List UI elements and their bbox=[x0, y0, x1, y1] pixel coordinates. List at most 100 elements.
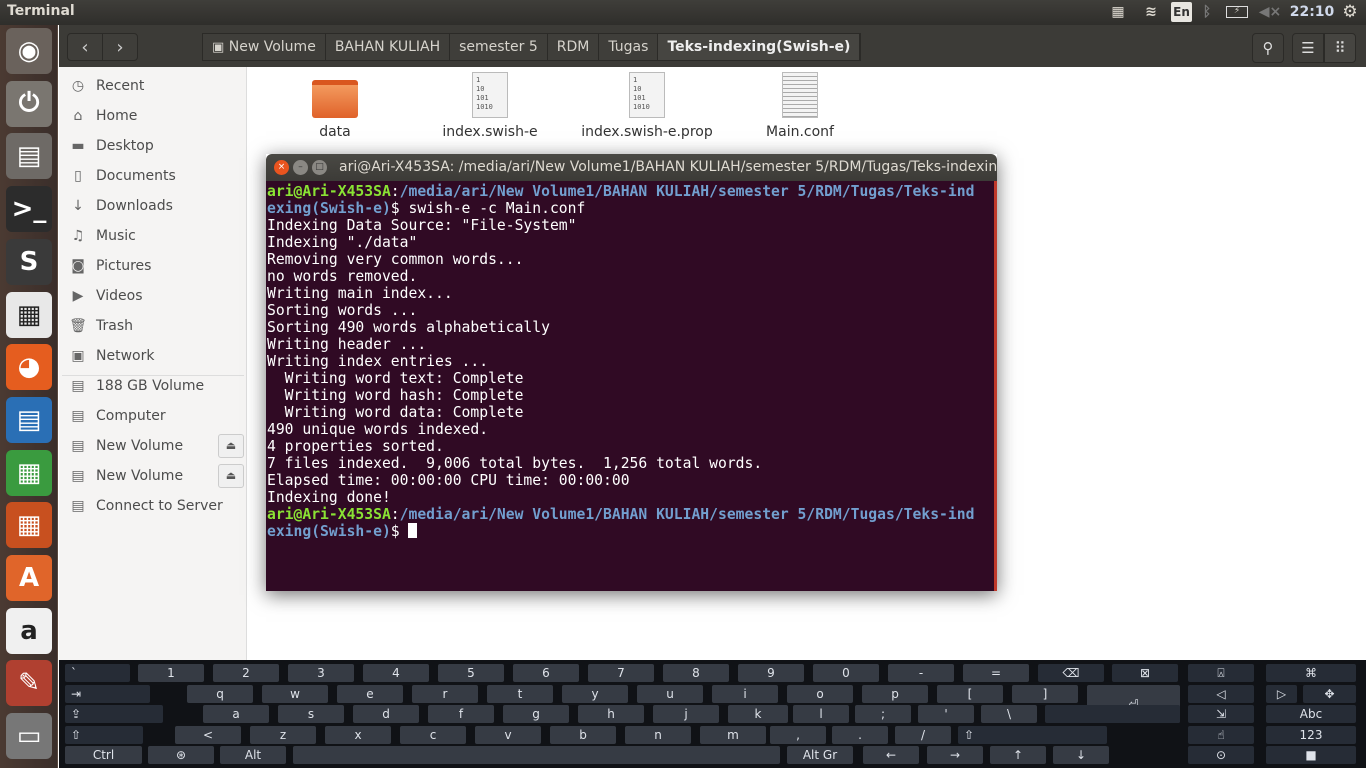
key-c[interactable]: c bbox=[400, 726, 466, 744]
key-l[interactable]: l bbox=[793, 705, 849, 723]
key-d[interactable]: d bbox=[353, 705, 419, 723]
key-☝[interactable]: ☝ bbox=[1188, 726, 1254, 744]
sidebar-item-trash[interactable]: 🗑 Trash bbox=[59, 311, 247, 341]
breadcrumb-tugas[interactable]: Tugas bbox=[599, 34, 659, 60]
file-item-index-swish-e-prop[interactable]: 1 10 101 1010 index.swish-e.prop bbox=[573, 72, 721, 140]
key-ctrl[interactable]: Ctrl bbox=[65, 746, 142, 764]
files-icon[interactable]: ▤ bbox=[6, 133, 52, 180]
firefox-icon[interactable]: ◕ bbox=[6, 344, 52, 391]
key-alt[interactable]: Alt bbox=[220, 746, 286, 764]
key-↑[interactable]: ↑ bbox=[990, 746, 1046, 764]
eject-button[interactable]: ⏏ bbox=[218, 464, 244, 488]
file-item-index-swish-e[interactable]: 1 10 101 1010 index.swish-e bbox=[435, 72, 545, 140]
key-⇥[interactable]: ⇥ bbox=[65, 685, 150, 703]
sidebar-item-desktop[interactable]: ▬ Desktop bbox=[59, 131, 247, 161]
key-v[interactable]: v bbox=[475, 726, 541, 744]
trash-drives-icon[interactable]: ▭ bbox=[6, 713, 52, 760]
sidebar-item-home[interactable]: ⌂ Home bbox=[59, 101, 247, 131]
power-gear-icon[interactable]: ⚙ bbox=[1340, 2, 1360, 22]
key-⊙[interactable]: ⊙ bbox=[1188, 746, 1254, 764]
key-■[interactable]: ■ bbox=[1266, 746, 1356, 764]
calc-icon[interactable]: ▦ bbox=[6, 449, 52, 496]
sidebar-item-documents[interactable]: ▯ Documents bbox=[59, 161, 247, 191]
key-⇲[interactable]: ⇲ bbox=[1188, 705, 1254, 723]
settings-icon[interactable]: ✎ bbox=[6, 660, 52, 707]
wifi-icon[interactable]: ≋ bbox=[1140, 2, 1162, 22]
minimize-icon[interactable]: – bbox=[293, 160, 308, 175]
key-⌘[interactable]: ⌘ bbox=[1266, 664, 1356, 682]
key-[[interactable]: [ bbox=[937, 685, 1003, 703]
key-;[interactable]: ; bbox=[855, 705, 911, 723]
back-button[interactable]: ‹ bbox=[67, 33, 103, 61]
key-1[interactable]: 1 bbox=[138, 664, 204, 682]
key-a[interactable]: a bbox=[203, 705, 269, 723]
key-⌫[interactable]: ⌫ bbox=[1038, 664, 1104, 682]
sidebar-item-computer[interactable]: ▤ Computer bbox=[59, 401, 247, 431]
sidebar-item-pictures[interactable]: ◙ Pictures bbox=[59, 251, 247, 281]
key-n[interactable]: n bbox=[625, 726, 691, 744]
search-button[interactable]: ⚲ bbox=[1252, 33, 1284, 63]
terminal-output[interactable]: ari@Ari-X453SA:/media/ari/New Volume1/BA… bbox=[266, 181, 997, 591]
key-alt-gr[interactable]: Alt Gr bbox=[787, 746, 853, 764]
maximize-icon[interactable]: □ bbox=[312, 160, 327, 175]
key-k[interactable]: k bbox=[728, 705, 788, 723]
battery-charging-icon[interactable]: ⚡ bbox=[1225, 2, 1249, 22]
key-<[interactable]: < bbox=[175, 726, 241, 744]
key-9[interactable]: 9 bbox=[738, 664, 804, 682]
sidebar-item-music[interactable]: ♫ Music bbox=[59, 221, 247, 251]
breadcrumb-bahan-kuliah[interactable]: BAHAN KULIAH bbox=[326, 34, 451, 60]
key-⍓[interactable]: ⍓ bbox=[1188, 664, 1254, 682]
key-space[interactable] bbox=[293, 746, 780, 764]
ubuntu-dash-icon[interactable]: ◉ bbox=[6, 28, 52, 74]
writer-icon[interactable]: ▤ bbox=[6, 396, 52, 443]
key-7[interactable]: 7 bbox=[588, 664, 654, 682]
key-←[interactable]: ← bbox=[863, 746, 919, 764]
power-icon[interactable]: ⏻ bbox=[6, 80, 52, 127]
forward-button[interactable]: › bbox=[102, 33, 138, 61]
sidebar-item-connect-to-server[interactable]: ▤ Connect to Server bbox=[59, 491, 247, 521]
sidebar-item-recent[interactable]: ◷ Recent bbox=[59, 71, 247, 101]
key-⊛[interactable]: ⊛ bbox=[148, 746, 214, 764]
close-icon[interactable]: × bbox=[274, 160, 289, 175]
key-4[interactable]: 4 bbox=[363, 664, 429, 682]
key-t[interactable]: t bbox=[487, 685, 553, 703]
key-→[interactable]: → bbox=[927, 746, 983, 764]
key-123[interactable]: 123 bbox=[1266, 726, 1356, 744]
key-0[interactable]: 0 bbox=[813, 664, 879, 682]
sidebar-item-new-volume[interactable]: ▤ New Volume ⏏ bbox=[59, 461, 247, 491]
breadcrumb-rdm[interactable]: RDM bbox=[548, 34, 600, 60]
file-item-main-conf[interactable]: Main.conf bbox=[755, 72, 845, 140]
key-▷[interactable]: ▷ bbox=[1266, 685, 1297, 703]
key-o[interactable]: o bbox=[787, 685, 853, 703]
key-j[interactable]: j bbox=[653, 705, 719, 723]
sidebar-item-videos[interactable]: ▶ Videos bbox=[59, 281, 247, 311]
file-item-data[interactable]: data bbox=[300, 72, 370, 140]
key-u[interactable]: u bbox=[637, 685, 703, 703]
key-'[interactable]: ' bbox=[918, 705, 974, 723]
key-s[interactable]: s bbox=[278, 705, 344, 723]
key-f[interactable]: f bbox=[428, 705, 494, 723]
key-/[interactable]: / bbox=[895, 726, 951, 744]
key-.[interactable]: . bbox=[832, 726, 888, 744]
key-r[interactable]: r bbox=[412, 685, 478, 703]
impress-icon[interactable]: ▦ bbox=[6, 502, 52, 549]
key-5[interactable]: 5 bbox=[438, 664, 504, 682]
key-][interactable]: ] bbox=[1012, 685, 1078, 703]
key-w[interactable]: w bbox=[262, 685, 328, 703]
key-y[interactable]: y bbox=[562, 685, 628, 703]
key-e[interactable]: e bbox=[337, 685, 403, 703]
key-2[interactable]: 2 bbox=[213, 664, 279, 682]
key-⇪[interactable]: ⇪ bbox=[65, 705, 163, 723]
key-⇧[interactable]: ⇧ bbox=[958, 726, 1107, 744]
key-p[interactable]: p bbox=[862, 685, 928, 703]
bluetooth-icon[interactable]: ᛒ bbox=[1200, 2, 1214, 22]
grid-view-button[interactable]: ⠿ bbox=[1324, 33, 1356, 63]
clock[interactable]: 22:10 bbox=[1290, 2, 1335, 22]
key-✥[interactable]: ✥ bbox=[1303, 685, 1356, 703]
terminal-window[interactable]: × – □ ari@Ari-X453SA: /media/ari/New Vol… bbox=[266, 154, 997, 591]
sidebar-item-downloads[interactable]: ↓ Downloads bbox=[59, 191, 247, 221]
key-◁[interactable]: ◁ bbox=[1188, 685, 1254, 703]
breadcrumb-semester-5[interactable]: semester 5 bbox=[450, 34, 548, 60]
key-m[interactable]: m bbox=[700, 726, 766, 744]
key-↓[interactable]: ↓ bbox=[1053, 746, 1109, 764]
